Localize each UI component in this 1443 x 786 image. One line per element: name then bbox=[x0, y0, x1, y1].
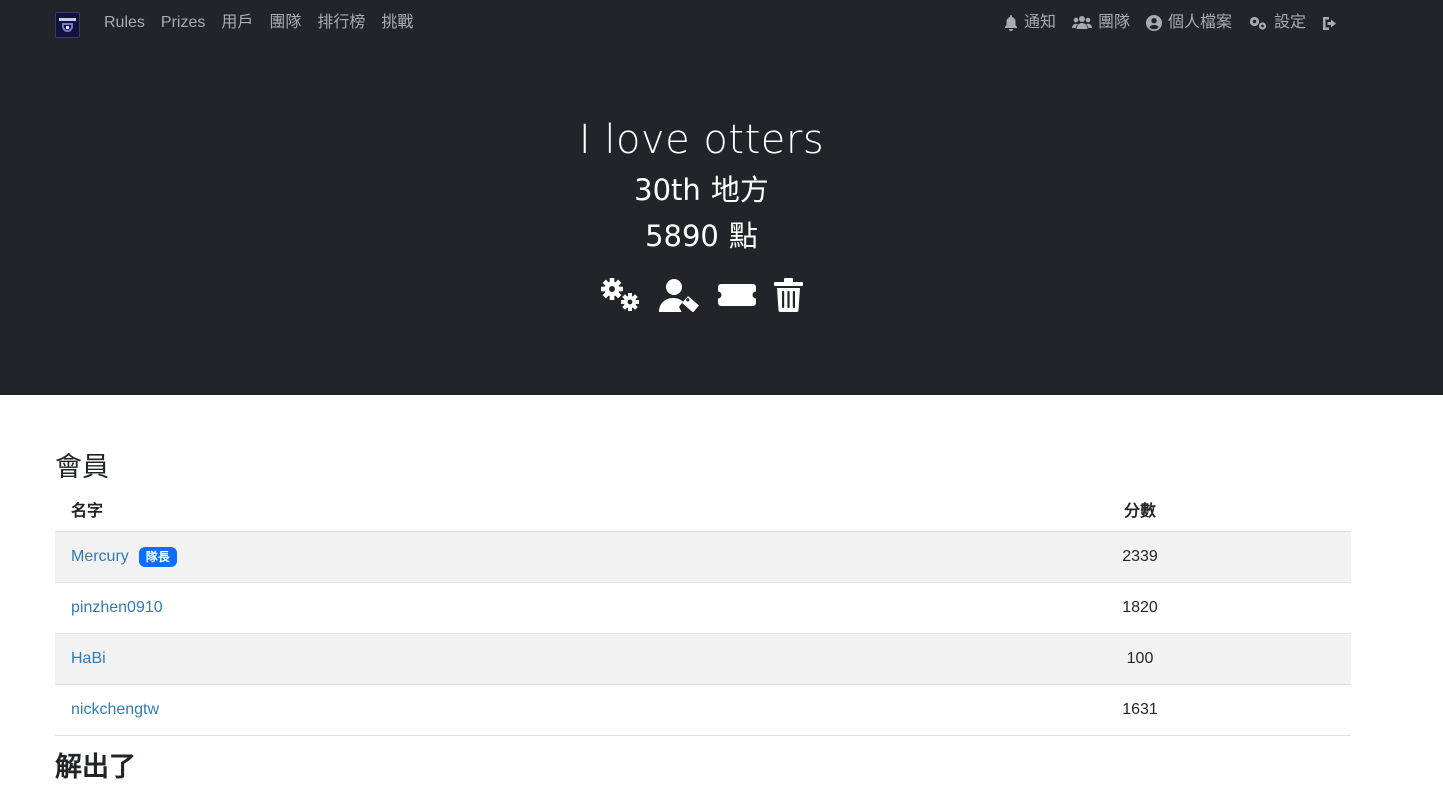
member-score: 1631 bbox=[1122, 701, 1158, 718]
nav-rules[interactable]: Rules bbox=[96, 12, 153, 34]
team-points-value: 5890 bbox=[645, 219, 719, 253]
member-name-cell: nickchengtw bbox=[55, 701, 1055, 719]
team-delete-button[interactable] bbox=[774, 278, 803, 312]
member-link[interactable]: Mercury bbox=[71, 548, 129, 566]
site-logo[interactable] bbox=[55, 12, 80, 38]
member-score: 1820 bbox=[1122, 599, 1158, 616]
trash-icon bbox=[774, 278, 803, 312]
nav-settings[interactable]: 設定 bbox=[1240, 12, 1314, 34]
member-link[interactable]: nickchengtw bbox=[71, 701, 159, 719]
cogs-icon bbox=[601, 278, 639, 311]
team-settings-button[interactable] bbox=[600, 278, 641, 312]
column-header-name: 名字 bbox=[71, 503, 104, 520]
member-name-cell: pinzhen0910 bbox=[55, 599, 1055, 617]
member-link[interactable]: pinzhen0910 bbox=[71, 599, 163, 617]
user-circle-icon bbox=[1145, 15, 1162, 31]
nav-left: Rules Prizes 用戶 團隊 排行榜 挑戰 bbox=[96, 12, 421, 34]
cogs-icon bbox=[1249, 16, 1267, 30]
nav-settings-label: 設定 bbox=[1273, 14, 1306, 31]
nav-scoreboard[interactable]: 排行榜 bbox=[309, 12, 373, 34]
top-navbar: Rules Prizes 用戶 團隊 排行榜 挑戰 通知 團隊 個人檔案 設定 bbox=[0, 0, 1443, 46]
table-row: Mercury 隊長 2339 bbox=[55, 532, 1351, 583]
member-score: 100 bbox=[1126, 650, 1154, 667]
nav-right: 通知 團隊 個人檔案 設定 bbox=[996, 12, 1347, 34]
nav-notifications[interactable]: 通知 bbox=[996, 12, 1064, 34]
team-name: I love otters bbox=[578, 117, 825, 163]
team-points-suffix: 點 bbox=[728, 219, 758, 253]
captain-badge: 隊長 bbox=[138, 547, 177, 567]
nav-team-label: 團隊 bbox=[1097, 14, 1130, 31]
nav-notifications-label: 通知 bbox=[1023, 14, 1056, 31]
table-row: nickchengtw 1631 bbox=[55, 685, 1351, 736]
nav-profile-label: 個人檔案 bbox=[1167, 14, 1232, 31]
member-name-cell: HaBi bbox=[55, 650, 1055, 668]
member-name-cell: Mercury 隊長 bbox=[55, 547, 1055, 567]
users-icon bbox=[1071, 16, 1092, 29]
team-place: 30th 地方 bbox=[0, 170, 1403, 210]
member-link[interactable]: HaBi bbox=[71, 650, 106, 668]
team-place-value: 30th bbox=[634, 173, 701, 207]
member-score: 2339 bbox=[1122, 548, 1158, 565]
members-table-header: 名字 分數 bbox=[55, 492, 1351, 532]
team-points: 5890 點 bbox=[0, 216, 1403, 256]
team-invite-button[interactable] bbox=[718, 278, 756, 312]
ticket-icon bbox=[718, 284, 756, 306]
team-place-suffix: 地方 bbox=[710, 173, 769, 207]
nav-challenges[interactable]: 挑戰 bbox=[373, 12, 421, 34]
team-captain-button[interactable] bbox=[659, 278, 700, 312]
members-title: 會員 bbox=[55, 452, 109, 482]
solves-title: 解出了 bbox=[55, 752, 136, 782]
nav-team[interactable]: 團隊 bbox=[1064, 12, 1138, 34]
bell-icon bbox=[1004, 15, 1017, 31]
table-row: pinzhen0910 1820 bbox=[55, 583, 1351, 634]
column-header-score: 分數 bbox=[1123, 503, 1156, 520]
sign-out-icon bbox=[1323, 16, 1336, 30]
nav-teams[interactable]: 團隊 bbox=[261, 12, 309, 34]
members-table: 名字 分數 Mercury 隊長 2339 pinzhen0910 1820 H… bbox=[55, 492, 1351, 736]
nav-profile[interactable]: 個人檔案 bbox=[1138, 12, 1240, 34]
nav-logout[interactable] bbox=[1314, 16, 1347, 31]
user-tag-icon bbox=[659, 279, 699, 312]
nav-users[interactable]: 用戶 bbox=[213, 12, 261, 34]
table-row: HaBi 100 bbox=[55, 634, 1351, 685]
nav-prizes[interactable]: Prizes bbox=[153, 12, 213, 34]
team-actions bbox=[0, 278, 1403, 312]
